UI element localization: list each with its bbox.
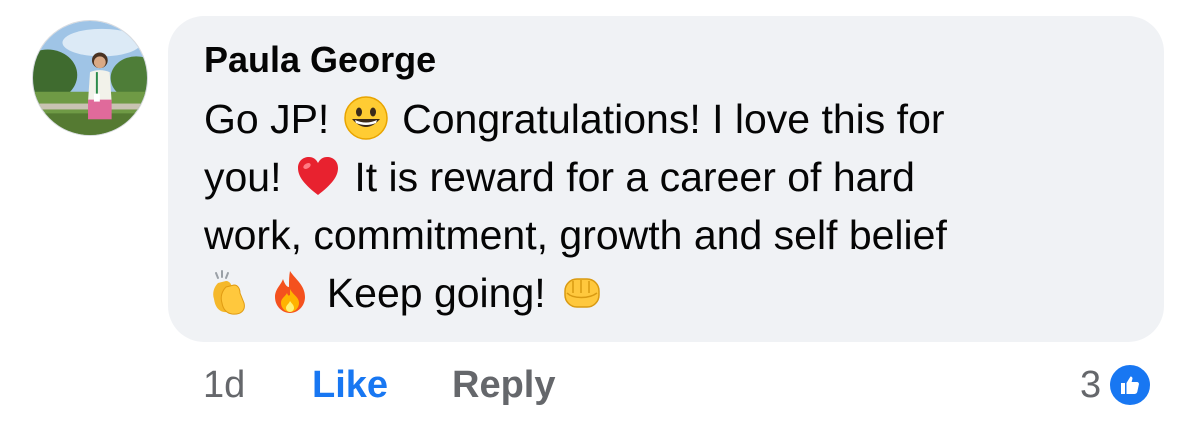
comment-line: work, commitment, growth and self belief: [204, 206, 1124, 264]
reply-button[interactable]: Reply: [452, 360, 555, 410]
avatar-photo: [33, 21, 147, 135]
comment-body: Go JP! Congratulations! I love this for …: [204, 90, 1124, 322]
comment-text: It is reward for a career of hard: [354, 154, 915, 200]
reaction-summary[interactable]: 3: [1080, 360, 1154, 410]
comment-text: Keep going!: [326, 270, 546, 316]
comment-text: Go JP!: [204, 96, 330, 142]
reaction-count: 3: [1080, 364, 1102, 406]
clapping-hands-emoji: [206, 269, 252, 315]
comment-line: you! It is reward for a career of hard: [204, 148, 1124, 206]
thumbs-up-icon: [1107, 362, 1154, 408]
grinning-face-emoji: [343, 95, 389, 141]
comment-author[interactable]: Paula George: [204, 38, 436, 81]
comment-line: Go JP! Congratulations! I love this for: [204, 90, 1124, 148]
red-heart-emoji: [295, 153, 341, 199]
avatar[interactable]: [32, 20, 148, 136]
oncoming-fist-emoji: [559, 269, 605, 315]
comment-text: work, commitment, growth and self belief: [204, 212, 947, 258]
comment-timestamp[interactable]: 1d: [203, 360, 245, 410]
comment-text: you!: [204, 154, 282, 200]
comment-bubble: Paula George Go JP! Congratulations! I l…: [168, 16, 1164, 342]
comment-text: Congratulations! I love this for: [402, 96, 945, 142]
fire-emoji: [267, 269, 313, 315]
comment-line: Keep going!: [204, 264, 1124, 322]
like-button[interactable]: Like: [312, 360, 388, 410]
comment: Paula George Go JP! Congratulations! I l…: [0, 0, 1199, 424]
comment-actions: 1d Like Reply 3: [0, 360, 1199, 410]
